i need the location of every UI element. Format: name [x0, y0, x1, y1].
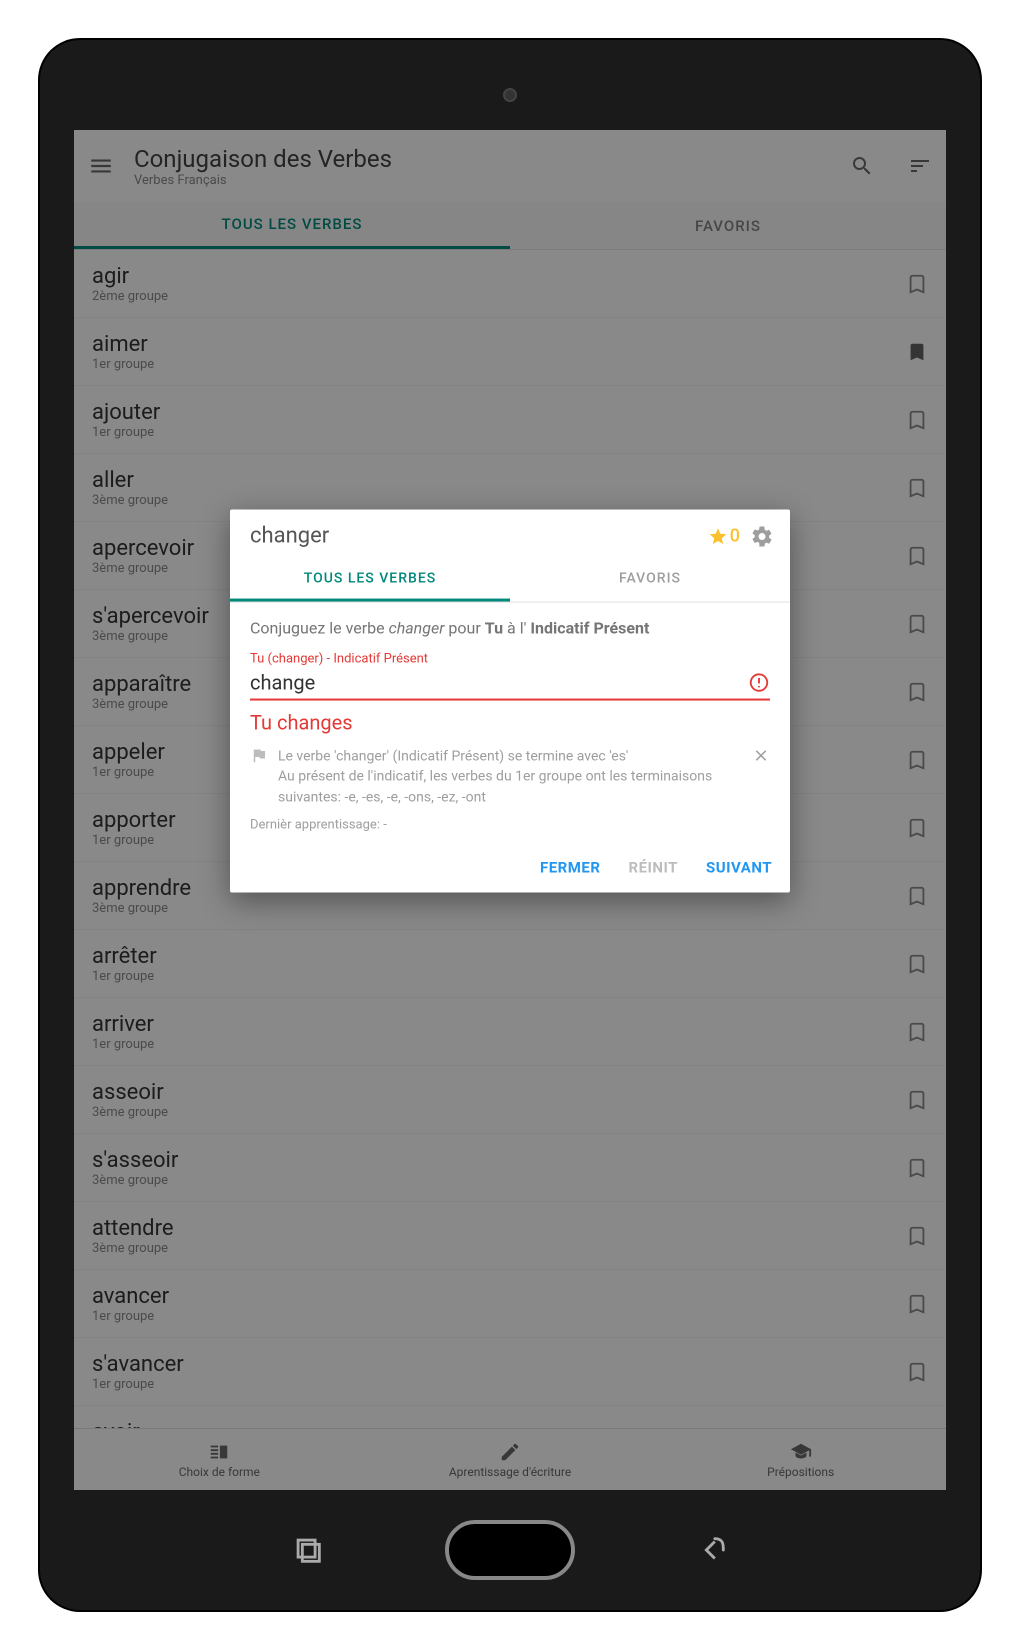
back-icon[interactable]: [695, 1533, 729, 1567]
input-label: Tu (changer) - Indicatif Présent: [250, 652, 770, 667]
device-nav-buttons: [40, 1520, 980, 1580]
correct-answer: Tu changes: [250, 711, 770, 735]
hint-line: Au présent de l'indicatif, les verbes du…: [278, 767, 750, 808]
score-value: 0: [730, 526, 740, 547]
screen: Conjugaison des Verbes Verbes Français T…: [74, 130, 946, 1490]
recent-apps-icon[interactable]: [291, 1533, 325, 1567]
dialog-tab-favorites[interactable]: FAVORIS: [510, 559, 790, 602]
conjugation-dialog: changer 0 TOUS LES VERBES FAVORIS Conjug…: [230, 510, 790, 893]
score-badge: 0: [708, 526, 740, 547]
gear-icon[interactable]: [750, 524, 774, 548]
tablet-frame: Conjugaison des Verbes Verbes Français T…: [40, 40, 980, 1610]
instruction-text: Conjuguez le verbe changer pour Tu à l' …: [250, 619, 770, 638]
hint-line: Le verbe 'changer' (Indicatif Présent) s…: [278, 747, 750, 767]
reset-button[interactable]: RÉINIT: [628, 859, 678, 877]
error-icon: [748, 672, 770, 694]
home-button[interactable]: [445, 1520, 575, 1580]
next-button[interactable]: SUIVANT: [706, 859, 772, 877]
answer-input[interactable]: change: [250, 671, 748, 695]
close-button[interactable]: FERMER: [540, 859, 600, 877]
close-icon[interactable]: [752, 747, 770, 765]
flag-icon: [250, 747, 268, 808]
device-camera: [503, 88, 517, 102]
last-learning-text: Dernièr apprentissage: -: [250, 818, 770, 833]
dialog-tab-all[interactable]: TOUS LES VERBES: [230, 559, 510, 602]
dialog-title: changer: [250, 524, 708, 549]
hint-box: Le verbe 'changer' (Indicatif Présent) s…: [250, 747, 770, 808]
